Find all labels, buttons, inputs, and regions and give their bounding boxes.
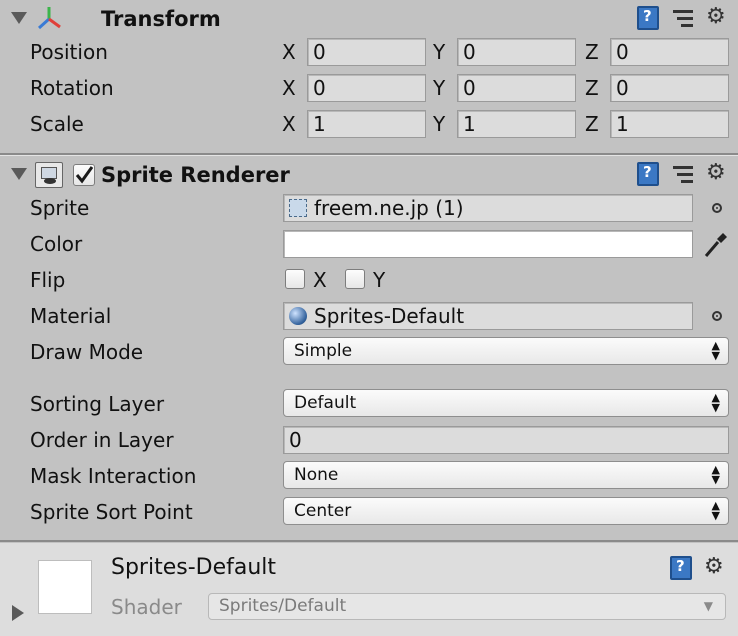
order-in-layer-label: Order in Layer — [30, 428, 174, 452]
shader-dropdown[interactable]: Sprites/Default ▼ — [208, 593, 726, 620]
sprite-renderer-icon — [35, 162, 63, 188]
dropdown-arrows-icon: ▲ ▼ — [711, 391, 720, 414]
position-x-axis: X — [282, 40, 296, 64]
gear-icon[interactable]: ⚙ — [706, 162, 726, 184]
component-divider — [0, 540, 738, 542]
object-picker-icon[interactable] — [712, 203, 722, 213]
material-sphere-icon — [289, 307, 307, 325]
sprite-renderer-title: Sprite Renderer — [101, 163, 290, 187]
transform-foldout-icon[interactable] — [11, 12, 27, 24]
position-y-field[interactable]: 0 — [457, 38, 576, 66]
scale-z-field[interactable]: 1 — [610, 110, 729, 138]
presets-sliders-icon[interactable] — [673, 7, 695, 29]
mask-interaction-dropdown[interactable]: None ▲ ▼ — [283, 461, 729, 489]
dropdown-arrows-icon: ▲ ▼ — [711, 499, 720, 522]
material-object-field[interactable]: Sprites-Default — [283, 302, 693, 330]
eyedropper-icon[interactable] — [702, 230, 728, 258]
rotation-z-axis: Z — [585, 76, 599, 100]
mask-interaction-value: None — [294, 465, 339, 485]
help-book-icon[interactable] — [670, 556, 692, 580]
dropdown-arrows-icon: ▲ ▼ — [711, 463, 720, 486]
material-foldout-icon[interactable] — [12, 605, 24, 621]
draw-mode-label: Draw Mode — [30, 340, 144, 364]
position-y-axis: Y — [433, 40, 446, 64]
flip-x-label: X — [313, 268, 327, 292]
material-label: Material — [30, 304, 112, 328]
object-picker-icon[interactable] — [712, 311, 722, 321]
sprite-sort-point-value: Center — [294, 501, 352, 521]
scale-z-axis: Z — [585, 112, 599, 136]
position-z-field[interactable]: 0 — [610, 38, 729, 66]
scale-label: Scale — [30, 112, 84, 136]
position-label: Position — [30, 40, 108, 64]
material-preview-panel: Sprites-Default Shader Sprites/Default ▼… — [0, 543, 738, 636]
transform-axes-icon — [37, 7, 61, 30]
order-in-layer-field[interactable]: 0 — [283, 426, 729, 454]
gear-icon[interactable]: ⚙ — [704, 556, 724, 578]
color-field[interactable] — [283, 230, 693, 258]
flip-x-checkbox[interactable] — [285, 269, 305, 289]
scale-y-field[interactable]: 1 — [457, 110, 576, 138]
material-value: Sprites-Default — [314, 304, 465, 328]
position-z-axis: Z — [585, 40, 599, 64]
sorting-layer-dropdown[interactable]: Default ▲ ▼ — [283, 389, 729, 417]
sprite-sort-point-label: Sprite Sort Point — [30, 500, 193, 524]
rotation-z-field[interactable]: 0 — [610, 74, 729, 102]
rotation-y-field[interactable]: 0 — [457, 74, 576, 102]
shader-value: Sprites/Default — [219, 596, 347, 616]
sprite-renderer-enabled-checkbox[interactable] — [73, 164, 95, 186]
help-book-icon[interactable] — [637, 6, 659, 30]
checkmark-icon — [75, 166, 94, 184]
draw-mode-dropdown[interactable]: Simple ▲ ▼ — [283, 337, 729, 365]
sprite-sort-point-dropdown[interactable]: Center ▲ ▼ — [283, 497, 729, 525]
scale-x-axis: X — [282, 112, 296, 136]
presets-sliders-icon[interactable] — [673, 163, 695, 185]
sprite-label: Sprite — [30, 196, 90, 220]
help-book-icon[interactable] — [637, 162, 659, 186]
gear-icon[interactable]: ⚙ — [706, 6, 726, 28]
rotation-x-axis: X — [282, 76, 296, 100]
material-name: Sprites-Default — [111, 555, 277, 580]
scale-x-field[interactable]: 1 — [307, 110, 426, 138]
sprite-renderer-foldout-icon[interactable] — [11, 168, 27, 180]
material-preview-thumbnail — [38, 560, 92, 614]
position-x-field[interactable]: 0 — [307, 38, 426, 66]
transform-title: Transform — [101, 7, 221, 31]
flip-y-label: Y — [373, 268, 386, 292]
rotation-y-axis: Y — [433, 76, 446, 100]
mask-interaction-label: Mask Interaction — [30, 464, 197, 488]
sorting-layer-value: Default — [294, 393, 357, 413]
sprite-object-field[interactable]: freem.ne.jp (1) — [283, 194, 693, 222]
sorting-layer-label: Sorting Layer — [30, 392, 165, 416]
flip-y-checkbox[interactable] — [345, 269, 365, 289]
shader-label: Shader — [111, 595, 182, 619]
color-label: Color — [30, 232, 83, 256]
sprite-asset-icon — [289, 199, 307, 217]
draw-mode-value: Simple — [294, 341, 353, 361]
component-divider-highlight — [0, 155, 738, 156]
dropdown-arrows-icon: ▲ ▼ — [711, 339, 720, 362]
sprite-value: freem.ne.jp (1) — [314, 196, 464, 220]
flip-label: Flip — [30, 268, 66, 292]
rotation-label: Rotation — [30, 76, 114, 100]
chevron-down-icon: ▼ — [703, 599, 713, 613]
rotation-x-field[interactable]: 0 — [307, 74, 426, 102]
scale-y-axis: Y — [433, 112, 446, 136]
